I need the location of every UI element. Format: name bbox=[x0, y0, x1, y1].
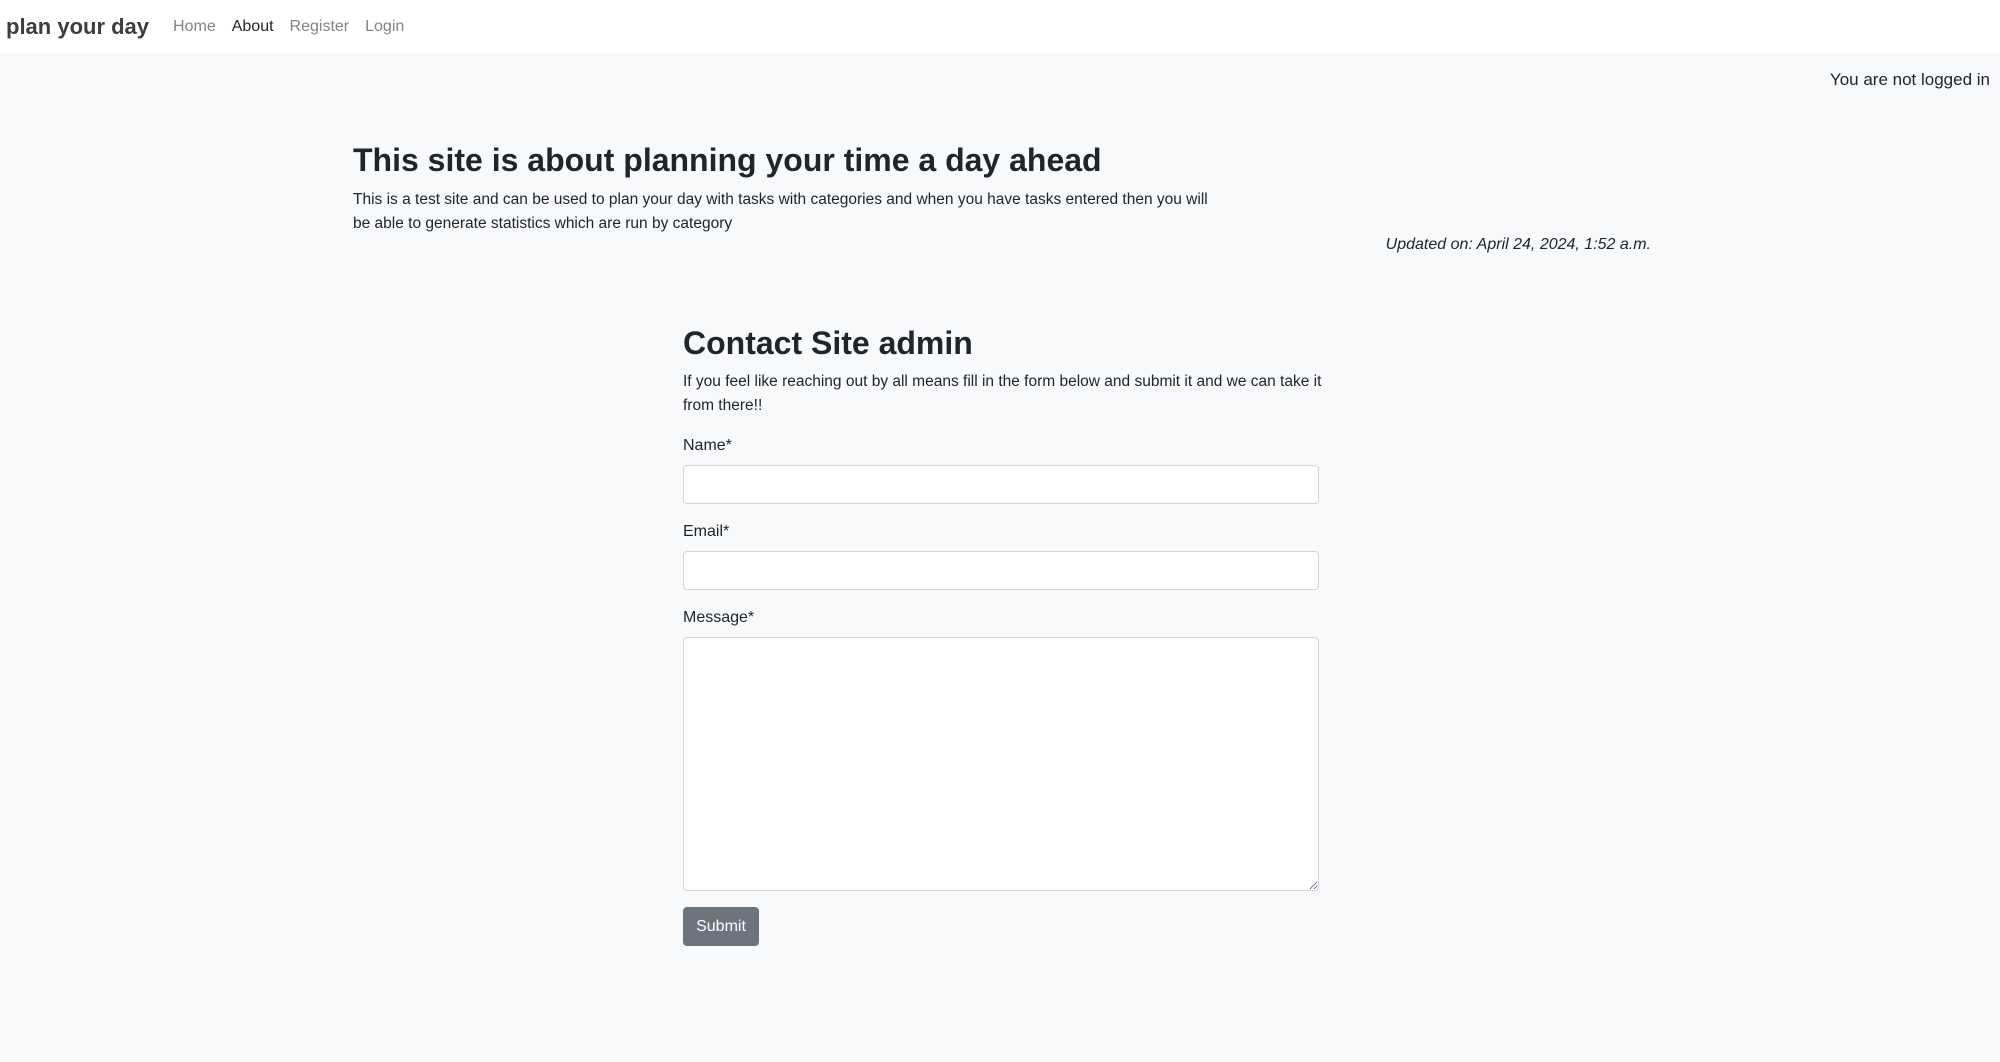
contact-section: Contact Site admin If you feel like reac… bbox=[683, 322, 1321, 946]
nav-link-about[interactable]: About bbox=[232, 18, 274, 36]
name-input[interactable] bbox=[683, 465, 1319, 504]
name-label: Name* bbox=[683, 437, 732, 454]
contact-description: If you feel like reaching out by all mea… bbox=[683, 373, 1322, 414]
about-section: This site is about planning your time a … bbox=[353, 140, 1651, 253]
nav-link-register[interactable]: Register bbox=[290, 18, 350, 36]
nav-link-login[interactable]: Login bbox=[365, 18, 404, 36]
submit-button[interactable]: Submit bbox=[683, 907, 759, 946]
login-status-text: You are not logged in bbox=[1829, 70, 1990, 89]
updated-timestamp: Updated on: April 24, 2024, 1:52 a.m. bbox=[1385, 236, 1651, 253]
email-label: Email* bbox=[683, 523, 730, 540]
about-description: This is a test site and can be used to p… bbox=[353, 191, 1208, 232]
email-input[interactable] bbox=[683, 551, 1319, 590]
message-textarea[interactable] bbox=[683, 637, 1319, 891]
about-title: This site is about planning your time a … bbox=[353, 142, 1102, 178]
contact-title: Contact Site admin bbox=[683, 325, 973, 361]
top-navbar: plan your day Home About Register Login bbox=[0, 0, 2000, 53]
message-label: Message* bbox=[683, 609, 755, 626]
nav-link-home[interactable]: Home bbox=[173, 18, 216, 36]
brand-link[interactable]: plan your day bbox=[6, 14, 149, 40]
contact-form: Name* Email* Message* Submit bbox=[683, 436, 1319, 946]
